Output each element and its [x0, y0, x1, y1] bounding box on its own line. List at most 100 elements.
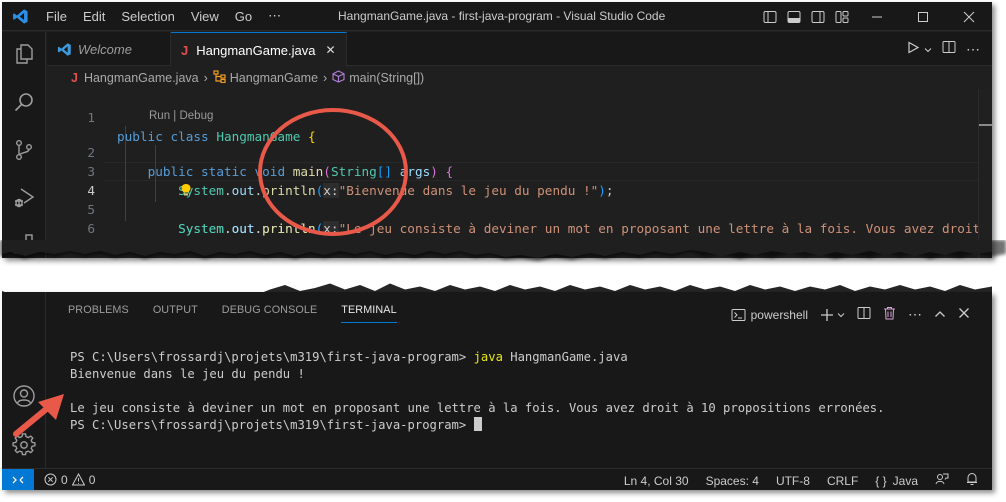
terminal-name: powershell: [750, 307, 808, 322]
terminal-command-args: HangmanGame.java: [502, 350, 628, 364]
maximize-button[interactable]: [900, 2, 946, 31]
tab-debug-console[interactable]: DEBUG CONSOLE: [222, 304, 318, 323]
run-and-debug-icon[interactable]: [10, 184, 38, 212]
manage-gear-icon[interactable]: [10, 431, 38, 459]
breadcrumb-class[interactable]: HangmanGame: [230, 71, 318, 85]
menu-edit[interactable]: Edit: [75, 9, 113, 24]
tab-label: HangmanGame.java: [196, 42, 316, 58]
codelens-run-debug[interactable]: Run | Debug: [149, 110, 213, 122]
tab-problems[interactable]: PROBLEMS: [68, 304, 129, 323]
explorer-icon[interactable]: [10, 40, 38, 68]
tab-terminal[interactable]: TERMINAL: [341, 304, 397, 323]
title-bar: File Edit Selection View Go ⋯ HangmanGam…: [2, 2, 992, 31]
breadcrumb-file[interactable]: HangmanGame.java: [84, 71, 199, 85]
kill-terminal-trash-icon[interactable]: [883, 306, 896, 323]
menu-go[interactable]: Go: [227, 9, 260, 24]
split-terminal-icon[interactable]: [857, 306, 871, 323]
minimize-button[interactable]: [854, 2, 900, 31]
terminal-line: PS C:\Users\frossardj\projets\m319\first…: [70, 349, 884, 366]
menu-selection[interactable]: Selection: [113, 9, 182, 24]
terminal-prompt: PS C:\Users\frossardj\projets\m319\first…: [70, 350, 474, 364]
terminal-line: Le jeu consiste à deviner un mot en prop…: [70, 401, 885, 415]
chevron-down-icon: [837, 312, 845, 317]
warning-count: 0: [88, 472, 96, 487]
terminal-prompt: PS C:\Users\frossardj\projets\m319\first…: [70, 418, 474, 432]
terminal-cursor: [473, 417, 482, 431]
scrollbar-cursor-marker: [979, 124, 992, 126]
end-of-line[interactable]: CRLF: [827, 474, 858, 488]
close-window-button[interactable]: [946, 2, 992, 31]
window-title: HangmanGame.java - first-java-program - …: [338, 9, 666, 23]
activity-bar: [2, 292, 46, 468]
feedback-icon[interactable]: [935, 472, 949, 489]
language-mode[interactable]: { } Java: [875, 474, 918, 488]
code-line: 5 System.out.println(x:"Le jeu consiste …: [47, 181, 992, 236]
code-line: 1 public class HangmanGame {: [47, 89, 947, 144]
code-line: 7 }: [47, 219, 947, 255]
error-count: 0: [61, 472, 68, 487]
menu-view[interactable]: View: [183, 9, 227, 24]
terminal-output[interactable]: PS C:\Users\frossardj\projets\m319\first…: [70, 349, 884, 434]
terminal-command: java: [473, 350, 503, 364]
chevron-down-icon[interactable]: [924, 41, 932, 59]
panel-tabs: PROBLEMS OUTPUT DEBUG CONSOLE TERMINAL: [68, 304, 421, 323]
breadcrumb-separator: ›: [203, 71, 208, 85]
tab-welcome[interactable]: Welcome: [47, 32, 171, 66]
vscode-window-top: File Edit Selection View Go ⋯ HangmanGam…: [2, 2, 992, 258]
terminal-line: Bienvenue dans le jeu du pendu !: [70, 367, 305, 381]
terminal-selector[interactable]: powershell: [731, 308, 808, 322]
more-actions-icon[interactable]: ⋯: [908, 306, 922, 323]
breadcrumb-separator: ›: [323, 71, 328, 85]
class-symbol-icon: [213, 70, 226, 86]
menu-more[interactable]: ⋯: [260, 8, 289, 24]
java-file-icon: J: [71, 71, 78, 85]
braces-icon: { }: [875, 473, 887, 488]
code-line: 6 }: [47, 200, 947, 255]
tab-hangmangame-java[interactable]: J HangmanGame.java ✕: [171, 32, 347, 67]
toggle-primary-sidebar-icon[interactable]: [758, 2, 782, 31]
source-control-icon[interactable]: [10, 136, 38, 164]
error-icon: [44, 473, 57, 486]
breadcrumb: J HangmanGame.java › HangmanGame › main(…: [47, 67, 992, 89]
editor-tabs: Welcome J HangmanGame.java ✕ ⋯: [47, 32, 992, 67]
code-editor[interactable]: 1 public class HangmanGame { Run | Debug…: [47, 88, 992, 258]
toggle-secondary-sidebar-icon[interactable]: [806, 2, 830, 31]
remote-indicator-icon[interactable]: [2, 468, 34, 490]
method-symbol-icon: [332, 70, 345, 86]
java-file-icon: J: [181, 42, 189, 58]
new-terminal-icon[interactable]: [820, 308, 845, 322]
status-bar: 0 0 Ln 4, Col 30 Spaces: 4 UTF-8 CRLF { …: [2, 468, 992, 490]
search-icon[interactable]: [10, 88, 38, 116]
activity-bar: [2, 32, 46, 258]
cursor-position[interactable]: Ln 4, Col 30: [624, 474, 689, 488]
vscode-welcome-icon: [57, 42, 71, 56]
tab-output[interactable]: OUTPUT: [153, 304, 198, 323]
vscode-window-bottom: PROBLEMS OUTPUT DEBUG CONSOLE TERMINAL p…: [2, 292, 992, 490]
encoding[interactable]: UTF-8: [776, 474, 810, 488]
run-icon[interactable]: [907, 40, 920, 59]
code-line: 3 System.out.println(x:"Bienvenue dans l…: [47, 143, 947, 198]
split-editor-icon[interactable]: [942, 40, 956, 59]
menu-file[interactable]: File: [38, 9, 75, 24]
vscode-logo-icon: [2, 2, 38, 31]
code-line: 2 public static void main(String[] args)…: [47, 124, 947, 179]
close-panel-icon[interactable]: [958, 307, 970, 322]
code-line: 4 System.out.println();: [47, 162, 947, 236]
problems-status[interactable]: 0 0: [44, 473, 95, 487]
warning-icon: [71, 473, 85, 486]
breadcrumb-method[interactable]: main(String[]): [349, 71, 424, 85]
terminal-line: PS C:\Users\frossardj\projets\m319\first…: [70, 417, 884, 434]
customize-layout-icon[interactable]: [830, 2, 854, 31]
toggle-panel-icon[interactable]: [782, 2, 806, 31]
maximize-panel-chevron-up-icon[interactable]: [934, 308, 946, 322]
terminal-icon: [731, 308, 746, 321]
editor-scrollbar[interactable]: [978, 89, 992, 258]
accounts-icon[interactable]: [10, 382, 38, 410]
close-tab-icon[interactable]: ✕: [325, 43, 335, 57]
more-actions-icon[interactable]: ⋯: [966, 41, 980, 58]
notifications-bell-icon[interactable]: [966, 472, 978, 489]
panel-actions: powershell ⋯: [731, 306, 970, 323]
tab-label: Welcome: [78, 41, 132, 57]
indentation[interactable]: Spaces: 4: [706, 474, 759, 488]
